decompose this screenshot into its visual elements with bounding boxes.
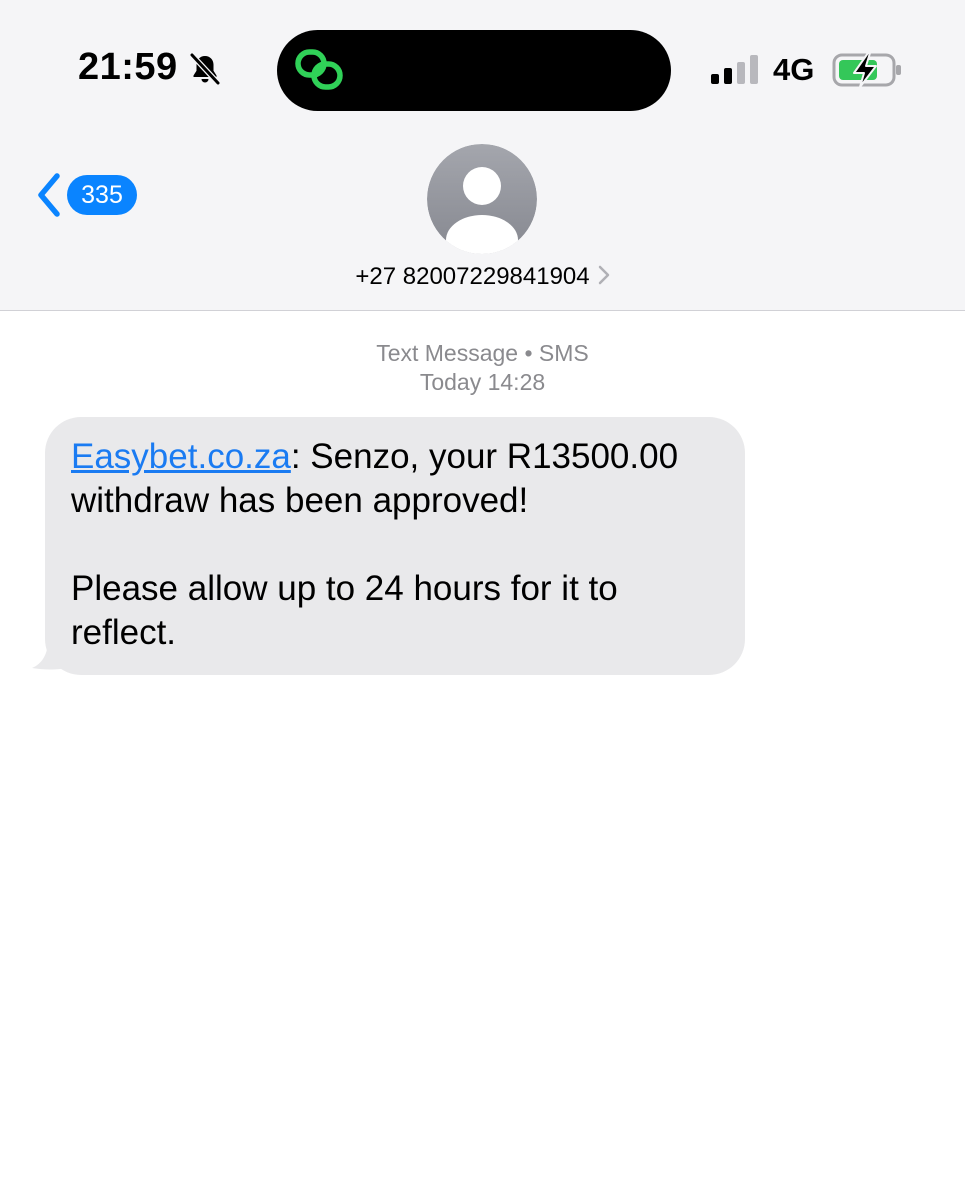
signal-bars-icon (711, 55, 758, 84)
network-type: 4G (773, 52, 815, 87)
status-time: 21:59 (78, 46, 178, 88)
message-timestamp: Today 14:28 (419, 369, 546, 395)
person-icon (427, 144, 537, 254)
message-paragraph: Easybet.co.za: Senzo, your R13500.00 wit… (71, 435, 715, 523)
status-bar: 21:59 4G (0, 0, 965, 140)
unread-count-badge: 335 (67, 175, 137, 215)
chevron-left-icon (38, 173, 60, 217)
dynamic-island[interactable] (277, 30, 671, 111)
link-icon (295, 49, 343, 90)
incoming-message-bubble[interactable]: Easybet.co.za: Senzo, your R13500.00 wit… (45, 417, 745, 675)
contact-avatar[interactable] (427, 144, 537, 254)
message-paragraph-second: Please allow up to 24 hours for it to re… (71, 569, 618, 652)
bell-slash-icon (189, 52, 221, 86)
message-service-label: Text Message • SMS (376, 340, 589, 366)
message-link[interactable]: Easybet.co.za (71, 437, 291, 476)
chevron-right-icon (598, 265, 609, 285)
message-bubble-container[interactable]: Easybet.co.za: Senzo, your R13500.00 wit… (33, 417, 748, 675)
back-button[interactable]: 335 (33, 170, 137, 220)
contact-name-button[interactable]: +27 82007229841904 (0, 263, 965, 291)
bubble-tail (32, 640, 66, 670)
contact-number: +27 82007229841904 (355, 263, 590, 290)
battery-charging-icon (832, 52, 901, 88)
conversation-header: 21:59 4G 335 +27 82007229841904 (0, 0, 965, 311)
